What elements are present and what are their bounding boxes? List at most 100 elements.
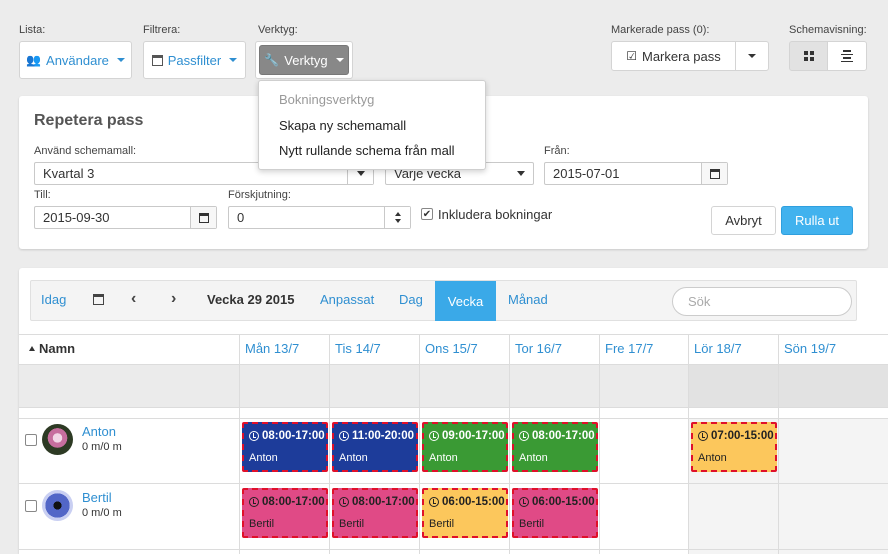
shift-person: Bertil	[519, 518, 545, 530]
chevron-down-icon	[517, 171, 525, 176]
search-input[interactable]: Sök	[672, 287, 852, 316]
day-header-thu[interactable]: Tor 16/7	[515, 341, 562, 356]
shift-time: 08:00-17:00	[262, 496, 325, 508]
shift-card[interactable]: 09:00-17:00 Anton	[422, 422, 508, 472]
schemavisning-label: Schemavisning:	[789, 24, 867, 36]
day-header-fri[interactable]: Fre 17/7	[605, 341, 653, 356]
day-header-mon[interactable]: Mån 13/7	[245, 341, 299, 356]
shift-time: 08:00-17:00	[532, 430, 595, 442]
list-icon	[841, 50, 853, 62]
grid-line	[329, 334, 330, 554]
shift-time: 08:00-17:00	[262, 430, 325, 442]
clock-icon	[339, 497, 349, 507]
day-header-tue[interactable]: Tis 14/7	[335, 341, 381, 356]
day-header-sat[interactable]: Lör 18/7	[694, 341, 742, 356]
shift-card[interactable]: 08:00-17:00 Bertil	[242, 488, 328, 538]
include-bookings-checkbox[interactable]: ✔	[421, 208, 433, 220]
clock-icon	[519, 497, 529, 507]
clock-icon	[249, 431, 259, 441]
view-manad[interactable]: Månad	[508, 292, 548, 307]
calendar-icon[interactable]	[93, 294, 104, 305]
shift-time: 06:00-15:00	[442, 496, 505, 508]
shift-card[interactable]: 08:00-17:00 Anton	[512, 422, 598, 472]
grid-line	[419, 334, 420, 554]
grid-line	[239, 334, 240, 554]
rulla-ut-button[interactable]: Rulla ut	[781, 206, 853, 235]
clock-icon	[249, 497, 259, 507]
today-button[interactable]: Idag	[41, 292, 66, 307]
day-header-wed[interactable]: Ons 15/7	[425, 341, 478, 356]
shift-person: Bertil	[339, 518, 365, 530]
row-checkbox-anton[interactable]	[25, 434, 37, 446]
spinner-down-icon[interactable]	[394, 219, 401, 223]
shift-card[interactable]: 06:00-15:00 Bertil	[512, 488, 598, 538]
markera-pass-dropdown-toggle[interactable]	[735, 41, 769, 71]
grid-line	[509, 334, 510, 554]
users-icon: 👥	[26, 53, 42, 67]
spinner-up-icon[interactable]	[394, 212, 401, 216]
grid-view-button[interactable]	[789, 41, 828, 71]
previous-week-icon[interactable]: ‹	[131, 290, 136, 308]
grid-icon	[803, 51, 814, 61]
name-column-header[interactable]: Namn	[39, 341, 75, 356]
person-name-bertil[interactable]: Bertil	[82, 490, 112, 505]
shift-card[interactable]: 08:00-17:00 Bertil	[332, 488, 418, 538]
weekend-header-shade	[688, 365, 888, 407]
view-anpassat[interactable]: Anpassat	[320, 292, 374, 307]
chevron-down-icon	[356, 171, 365, 176]
clock-icon	[429, 497, 439, 507]
week-label: Vecka 29 2015	[207, 292, 295, 307]
shift-card[interactable]: 11:00-20:00 Anton	[332, 422, 418, 472]
avatar-anton	[42, 424, 73, 455]
repeat-pass-title: Repetera pass	[34, 112, 144, 129]
shift-card[interactable]: 06:00-15:00 Bertil	[422, 488, 508, 538]
template-label: Använd schemamall:	[34, 145, 137, 157]
offset-input[interactable]: 0	[228, 206, 411, 229]
person-name-anton[interactable]: Anton	[82, 424, 116, 439]
view-dag[interactable]: Dag	[399, 292, 423, 307]
from-date-value: 2015-07-01	[553, 166, 620, 181]
clock-icon	[429, 431, 439, 441]
from-label: Från:	[544, 145, 570, 157]
offset-value: 0	[237, 210, 245, 225]
grid-line	[599, 334, 600, 554]
markerade-label: Markerade pass (0):	[611, 24, 710, 36]
markera-button-label: Markera pass	[642, 48, 721, 64]
calendar-icon[interactable]	[701, 163, 727, 184]
cancel-button[interactable]: Avbryt	[711, 206, 776, 235]
chevron-down-icon	[748, 54, 756, 58]
verktyg-button-label: Verktyg	[284, 52, 328, 68]
verktyg-dropdown-button[interactable]: 🔧 Verktyg	[259, 45, 349, 75]
clock-icon	[698, 431, 708, 441]
shift-person: Anton	[698, 452, 727, 464]
from-date-input[interactable]: 2015-07-01	[544, 162, 728, 185]
check-square-icon: ☑	[626, 49, 637, 63]
shift-card[interactable]: 08:00-17:00 Anton	[242, 422, 328, 472]
list-view-button[interactable]	[827, 41, 867, 71]
offset-spinner[interactable]	[384, 207, 410, 228]
verktyg-dropdown-menu: Bokningsverktyg Skapa ny schemamall Nytt…	[258, 80, 486, 170]
wrench-icon: 🔧	[264, 53, 280, 67]
chevron-down-icon	[116, 58, 125, 62]
view-vecka[interactable]: Vecka	[435, 281, 496, 321]
to-date-value: 2015-09-30	[43, 210, 110, 225]
day-header-sun[interactable]: Sön 19/7	[784, 341, 836, 356]
next-week-icon[interactable]: ›	[171, 290, 176, 308]
sort-asc-icon[interactable]	[29, 346, 35, 351]
menu-item-create-template[interactable]: Skapa ny schemamall	[279, 118, 406, 133]
lista-dropdown-button[interactable]: 👥 Användare	[19, 41, 132, 79]
to-date-input[interactable]: 2015-09-30	[34, 206, 217, 229]
calendar-icon[interactable]	[190, 207, 216, 228]
shift-person: Bertil	[429, 518, 455, 530]
shift-card[interactable]: 07:00-15:00 Anton	[691, 422, 777, 472]
markera-pass-button[interactable]: ☑ Markera pass	[611, 41, 736, 71]
shift-time: 07:00-15:00	[711, 430, 774, 442]
to-label: Till:	[34, 189, 51, 201]
passfilter-dropdown-button[interactable]: Passfilter	[143, 41, 246, 79]
shift-time: 09:00-17:00	[442, 430, 505, 442]
row-checkbox-bertil[interactable]	[25, 500, 37, 512]
shift-time: 08:00-17:00	[352, 496, 415, 508]
offset-label: Förskjutning:	[228, 189, 291, 201]
verktyg-label: Verktyg:	[258, 24, 298, 36]
menu-item-rolling-schedule[interactable]: Nytt rullande schema från mall	[279, 143, 455, 158]
